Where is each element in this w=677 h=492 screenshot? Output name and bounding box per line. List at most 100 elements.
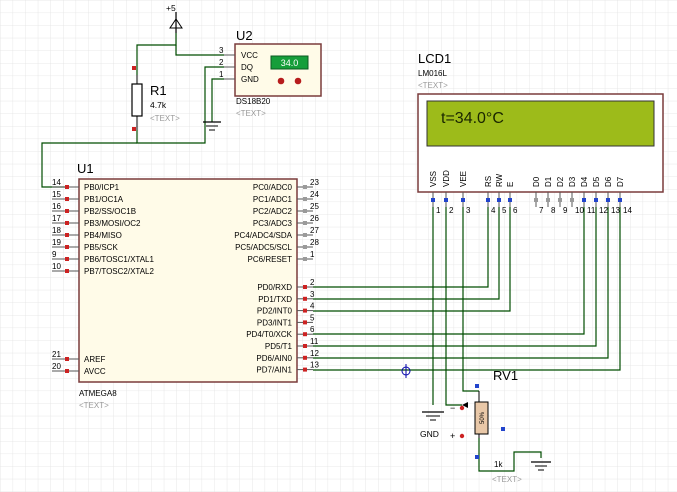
u1-pin-name: PC5/ADC5/SCL (235, 243, 292, 252)
u1-pin-name: AVCC (84, 367, 106, 376)
u1-pin-name: PD5/T1 (265, 342, 293, 351)
lcd-pin-number: 3 (466, 206, 471, 215)
svg-text:3: 3 (219, 46, 224, 55)
u1-pin-name: PB3/MOSI/OC2 (84, 219, 141, 228)
rv1-ref: RV1 (493, 368, 518, 383)
u1-pin-number: 9 (52, 250, 57, 259)
lcd-pin-name: VEE (459, 171, 468, 187)
rv1-value: 1k (494, 460, 503, 469)
lcd-pin-name: D3 (568, 176, 577, 187)
r1-ref: R1 (150, 83, 167, 98)
u1-pin-number: 18 (52, 226, 61, 235)
lcd-ref: LCD1 (418, 51, 451, 66)
mcu-u1[interactable]: U1 14PB0/ICP115PB1/OC1A16PB2/SS/OC1B17PB… (52, 161, 319, 410)
lcd-pin-name: D7 (616, 176, 625, 187)
rv1-decrease-icon[interactable] (459, 405, 465, 411)
u1-pin-name: PD0/RXD (257, 283, 292, 292)
svg-text:GND: GND (241, 75, 259, 84)
u1-pin-name: PB5/SCK (84, 243, 118, 252)
lcd-pin-name: E (506, 182, 515, 187)
lcd-pin-name: D1 (544, 176, 553, 187)
u2-display-value: 34.0 (281, 58, 299, 68)
u1-pin-number: 23 (310, 178, 319, 187)
u1-pin-name: AREF (84, 355, 105, 364)
lcd-text-placeholder: <TEXT> (418, 81, 448, 90)
u1-pin-name: PB1/OC1A (84, 195, 124, 204)
u1-pin-number: 27 (310, 226, 319, 235)
lcd-pin-name: D4 (580, 176, 589, 187)
u1-pin-name: PC4/ADC4/SDA (234, 231, 292, 240)
u1-pin-number: 4 (310, 302, 315, 311)
lcd-pin-name: D6 (604, 176, 613, 187)
rv1-percent: 50% (480, 411, 486, 424)
lcd-pin-name: RS (484, 176, 493, 187)
u1-pin-number: 3 (310, 290, 315, 299)
lcd-pin-name: RW (495, 173, 504, 187)
u1-pin-name: PC3/ADC3 (253, 219, 293, 228)
schematic-canvas[interactable]: +5 R1 4.7k <TEXT> U2 3 2 1 VCC DQ GND 34… (0, 0, 677, 492)
lcd-pin-number: 8 (551, 206, 556, 215)
u1-pin-number: 19 (52, 238, 61, 247)
lcd-pin-number: 12 (599, 206, 608, 215)
ground-label: GND (420, 429, 439, 439)
u1-pin-number: 21 (52, 350, 61, 359)
u1-pin-number: 24 (310, 190, 319, 199)
r1-value: 4.7k (150, 100, 167, 110)
lcd-pin-number: 4 (491, 206, 496, 215)
u1-pin-number: 6 (310, 325, 315, 334)
lcd-pin-name: VSS (429, 171, 438, 187)
u2-up-button-icon[interactable] (294, 77, 302, 85)
rv1-increase-icon[interactable] (459, 433, 465, 439)
u1-pin-name: PB4/MISO (84, 231, 122, 240)
lcd-pin-number: 14 (623, 206, 632, 215)
u1-pin-number: 25 (310, 202, 319, 211)
svg-text:DQ: DQ (241, 63, 253, 72)
u1-pin-number: 16 (52, 202, 61, 211)
u1-pin-number: 11 (310, 337, 319, 346)
u2-down-button-icon[interactable] (277, 77, 285, 85)
u1-pin-name: PD7/AIN1 (256, 366, 292, 375)
u2-part: DS18B20 (236, 97, 271, 106)
lcd-pin-number: 6 (513, 206, 518, 215)
rv1-text-placeholder: <TEXT> (492, 475, 522, 484)
lcd-pin-number: 1 (436, 206, 441, 215)
u1-pin-name: PC6/RESET (248, 255, 293, 264)
u1-pin-name: PB0/ICP1 (84, 183, 120, 192)
u1-pin-number: 14 (52, 178, 61, 187)
lcd-pin-number: 10 (575, 206, 584, 215)
u1-pin-number: 2 (310, 278, 315, 287)
u1-pin-name: PB7/TOSC2/XTAL2 (84, 267, 155, 276)
u1-pin-name: PB2/SS/OC1B (84, 207, 136, 216)
u1-text-placeholder: <TEXT> (79, 401, 109, 410)
svg-text:1: 1 (219, 70, 224, 79)
u1-pin-number: 5 (310, 313, 315, 322)
u1-pin-number: 15 (52, 190, 61, 199)
svg-text:+: + (450, 431, 455, 441)
u1-pin-name: PC1/ADC1 (253, 195, 293, 204)
u1-pin-number: 10 (52, 262, 61, 271)
u1-pin-name: PC0/ADC0 (253, 183, 293, 192)
u1-pin-number: 17 (52, 214, 61, 223)
u2-text-placeholder: <TEXT> (236, 109, 266, 118)
r1-text-placeholder: <TEXT> (150, 114, 180, 123)
u1-pin-name: PB6/TOSC1/XTAL1 (84, 255, 155, 264)
lcd-pin-number: 5 (502, 206, 507, 215)
u1-pin-number: 20 (52, 362, 61, 371)
lcd-pin-name: D0 (532, 176, 541, 187)
u1-pin-number: 1 (310, 250, 315, 259)
u1-pin-number: 12 (310, 349, 319, 358)
svg-text:−: − (450, 403, 455, 413)
u1-part: ATMEGA8 (79, 389, 117, 398)
u1-pin-name: PD3/INT1 (257, 318, 293, 327)
u1-pin-number: 26 (310, 214, 319, 223)
lcd-screen-text: t=34.0°C (441, 110, 504, 127)
u1-ref: U1 (77, 161, 94, 176)
u1-pin-name: PD1/TXD (258, 295, 292, 304)
svg-text:2: 2 (219, 58, 224, 67)
lcd-pin-number: 11 (587, 206, 596, 215)
lcd-pin-name: D5 (592, 176, 601, 187)
u1-pin-number: 13 (310, 361, 319, 370)
lcd-pin-name: VDD (442, 170, 451, 187)
lcd-pin-number: 9 (563, 206, 568, 215)
u1-pin-number: 28 (310, 238, 319, 247)
